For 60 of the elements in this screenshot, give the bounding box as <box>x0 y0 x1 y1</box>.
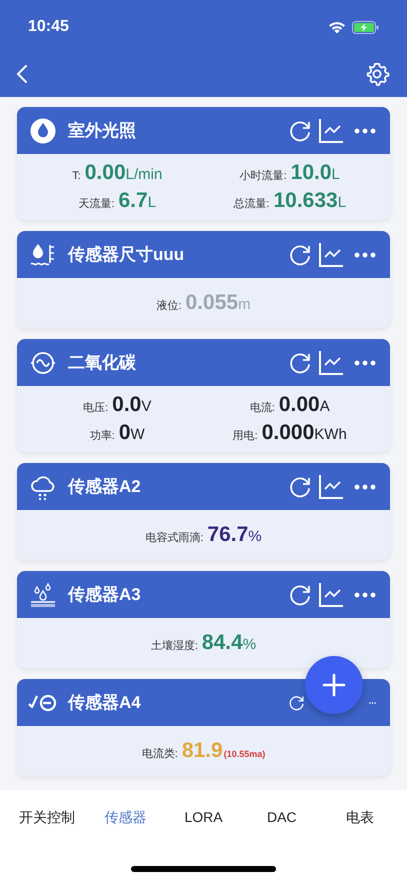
card-title: 二氧化碳 <box>68 352 137 374</box>
more-icon[interactable] <box>354 252 376 258</box>
line-chart-icon[interactable] <box>318 582 344 608</box>
reading-value: 0.00A <box>278 392 330 418</box>
more-icon[interactable] <box>354 484 376 490</box>
water-drop-icon <box>28 118 58 144</box>
tab[interactable]: DAC <box>248 807 315 828</box>
card-title: 传感器A4 <box>68 692 142 714</box>
line-chart-icon[interactable] <box>318 474 344 500</box>
tab[interactable]: 传感器 <box>92 807 158 828</box>
line-chart-icon[interactable] <box>318 242 344 268</box>
tab[interactable]: 开关控制 <box>14 807 80 828</box>
more-icon[interactable] <box>354 592 376 598</box>
reading-label: 总流量: <box>233 196 270 212</box>
reading-value: 10.0L <box>290 160 340 186</box>
plus-icon <box>322 673 346 697</box>
reading-value: 81.9 <box>182 738 223 764</box>
reading-value: 0.0V <box>112 392 152 418</box>
card-title: 室外光照 <box>68 120 137 142</box>
tab[interactable]: LORA <box>170 807 236 828</box>
reading-label: 液位: <box>156 298 182 314</box>
wifi-icon <box>328 20 346 34</box>
reading-note: (10.55ma) <box>224 748 266 761</box>
line-chart-icon[interactable] <box>318 350 344 376</box>
tab[interactable]: 电表 <box>327 807 393 828</box>
reading-value: 0.055m <box>186 290 251 316</box>
refresh-icon[interactable] <box>288 350 312 374</box>
reading-label: 土壤湿度: <box>150 638 198 654</box>
refresh-icon[interactable] <box>288 242 312 266</box>
refresh-icon[interactable] <box>288 118 312 142</box>
reading-label: 用电: <box>232 429 258 444</box>
reading-label: 电流类: <box>142 746 178 762</box>
back-icon[interactable] <box>16 64 28 84</box>
status-time: 10:45 <box>28 17 69 37</box>
refresh-icon[interactable] <box>288 582 312 606</box>
reading-value: 0.00L/min <box>84 160 162 186</box>
reading-label: 电流: <box>250 400 275 416</box>
card-title: 传感器尺寸uuu <box>68 244 186 266</box>
soil-moisture-icon <box>28 582 58 608</box>
reading-value: 6.7L <box>118 188 156 214</box>
reading-label: 电容式雨滴: <box>145 530 204 546</box>
reading-value: 76.7% <box>207 522 262 548</box>
reading-label: 电压: <box>83 401 108 416</box>
battery-charging-icon <box>352 20 379 34</box>
reading-value: 0W <box>118 420 145 446</box>
reading-value: 84.4% <box>202 630 256 656</box>
refresh-icon[interactable] <box>288 474 312 498</box>
reading-label: 天流量: <box>78 196 114 212</box>
reading-value: 0.000KWh <box>262 420 347 446</box>
card-title: 传感器A2 <box>68 476 142 498</box>
reading-label: 小时流量: <box>240 168 287 184</box>
more-icon[interactable] <box>369 700 376 706</box>
reading-label: 功率: <box>90 428 115 444</box>
card-title: 传感器A3 <box>68 584 142 606</box>
reading-label: T: <box>72 169 81 184</box>
reading-value: 10.633L <box>273 188 346 214</box>
more-icon[interactable] <box>354 360 376 366</box>
more-icon[interactable] <box>354 128 376 134</box>
sine-wave-icon <box>28 350 58 376</box>
line-chart-icon[interactable] <box>318 118 344 144</box>
